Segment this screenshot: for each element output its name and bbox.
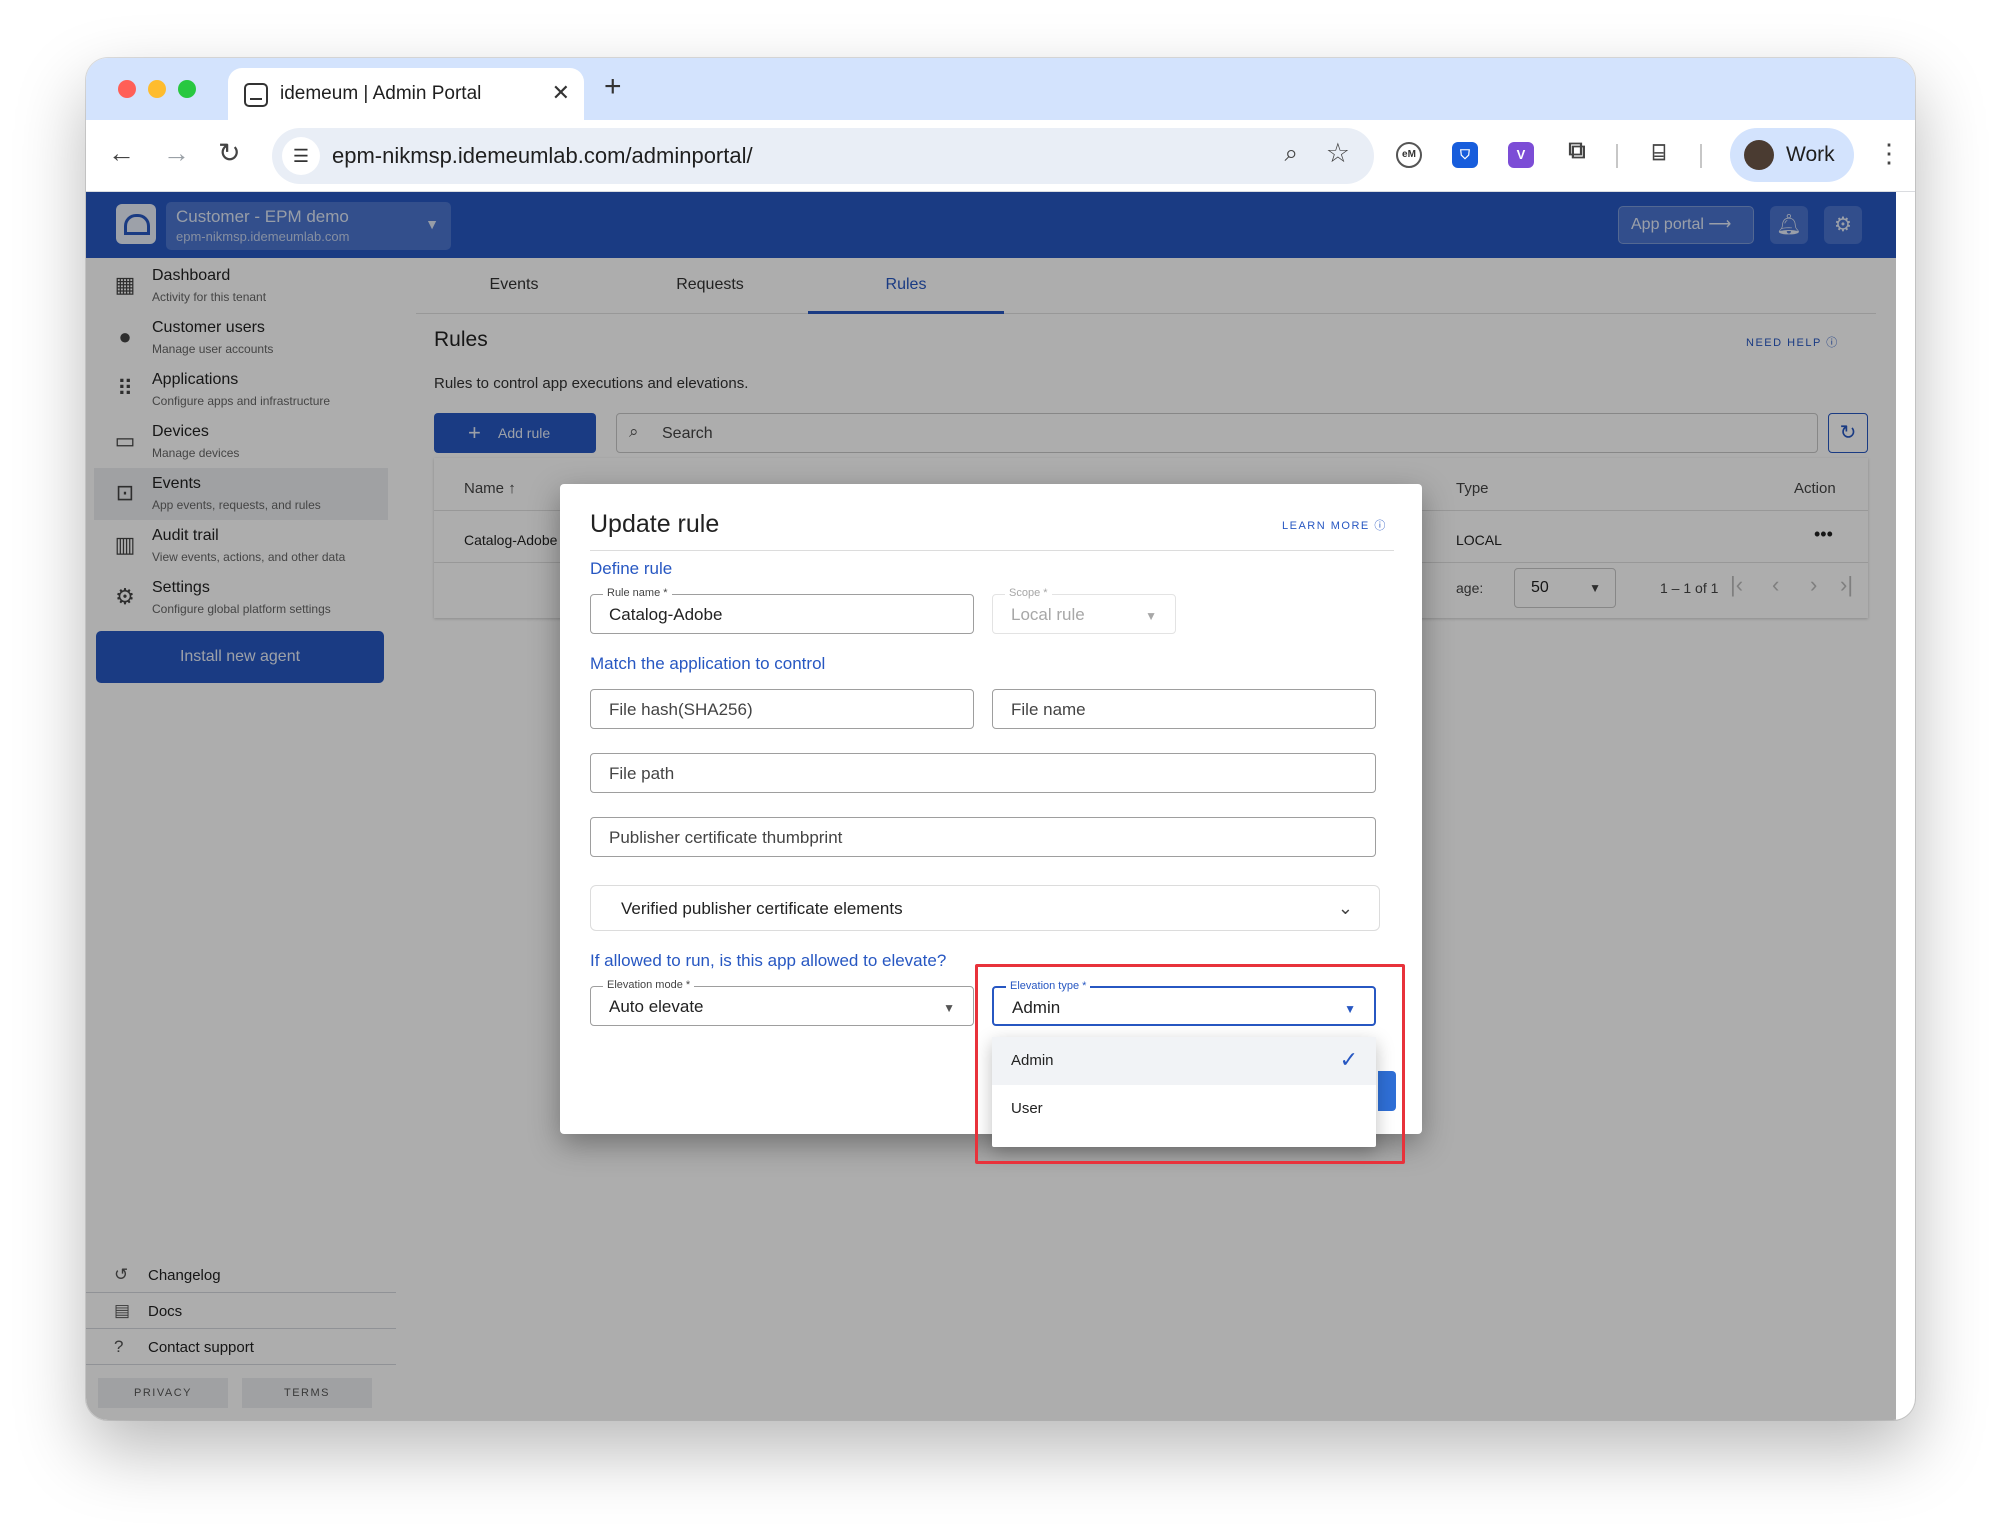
- tab-search-icon[interactable]: ⌸: [1646, 140, 1672, 166]
- address-url[interactable]: epm-nikmsp.idemeumlab.com/adminportal/: [332, 143, 753, 169]
- scope-label: Scope *: [1005, 587, 1052, 599]
- bitwarden-extension-icon[interactable]: ⛉: [1452, 142, 1478, 168]
- learn-more-label: LEARN MORE: [1282, 520, 1370, 532]
- rule-name-label: Rule name *: [603, 587, 672, 599]
- address-bar[interactable]: ☰ epm-nikmsp.idemeumlab.com/adminportal/…: [272, 128, 1374, 184]
- minimize-window-button[interactable]: [148, 80, 166, 98]
- reload-icon[interactable]: ↻: [218, 138, 241, 169]
- site-info-icon[interactable]: ☰: [282, 137, 320, 175]
- forward-arrow-icon[interactable]: →: [163, 138, 190, 169]
- dialog-divider: [590, 550, 1394, 551]
- file-path-placeholder: File path: [609, 764, 675, 783]
- elevation-mode-select[interactable]: Elevation mode * Auto elevate ▼: [590, 979, 974, 1026]
- define-rule-heading: Define rule: [590, 559, 673, 578]
- rule-name-value: Catalog-Adobe: [609, 605, 723, 624]
- chevron-down-icon: ⌄: [1337, 898, 1353, 918]
- maximize-window-button[interactable]: [178, 80, 196, 98]
- elevation-heading: If allowed to run, is this app allowed t…: [590, 951, 947, 970]
- elevation-mode-value: Auto elevate: [609, 997, 704, 1016]
- scope-select: Scope * Local rule ▼: [992, 587, 1176, 634]
- learn-more-link[interactable]: LEARN MORE ⓘ: [1282, 517, 1387, 533]
- profile-label: Work: [1786, 143, 1835, 166]
- browser-tab[interactable]: idemeum | Admin Portal ✕: [228, 68, 584, 120]
- file-name-input[interactable]: File name: [992, 689, 1376, 729]
- browser-tab-bar: idemeum | Admin Portal ✕ +: [86, 58, 1915, 120]
- scope-value: Local rule: [1011, 605, 1085, 624]
- file-name-placeholder: File name: [1011, 700, 1086, 719]
- certificate-thumbprint-input[interactable]: Publisher certificate thumbprint: [590, 817, 1376, 857]
- caret-down-icon: ▼: [1145, 609, 1157, 623]
- browser-menu-icon[interactable]: ⋮: [1876, 138, 1902, 169]
- avatar: [1744, 140, 1774, 170]
- new-tab-button[interactable]: +: [604, 70, 622, 104]
- toolbar-divider: [1700, 144, 1702, 168]
- caret-down-icon: ▼: [943, 1001, 955, 1015]
- extensions-puzzle-icon[interactable]: ⧉: [1564, 138, 1590, 164]
- browser-tab-title: idemeum | Admin Portal: [280, 83, 482, 104]
- highlight-annotation-box: [975, 964, 1405, 1164]
- file-path-input[interactable]: File path: [590, 753, 1376, 793]
- verified-publisher-expander[interactable]: Verified publisher certificate elements …: [590, 885, 1380, 931]
- verified-publisher-label: Verified publisher certificate elements: [621, 899, 903, 918]
- help-circle-icon: ⓘ: [1374, 520, 1387, 532]
- file-hash-input[interactable]: File hash(SHA256): [590, 689, 974, 729]
- close-window-button[interactable]: [118, 80, 136, 98]
- bookmark-star-icon[interactable]: ☆: [1326, 138, 1350, 169]
- back-arrow-icon[interactable]: ←: [108, 138, 135, 169]
- toolbar-divider: [1616, 144, 1618, 168]
- browser-toolbar: ← → ↻ ☰ epm-nikmsp.idemeumlab.com/adminp…: [86, 120, 1915, 192]
- profile-button[interactable]: Work: [1730, 128, 1854, 182]
- close-tab-icon[interactable]: ✕: [552, 80, 570, 106]
- idemeum-favicon-icon: [244, 83, 268, 107]
- v-extension-icon[interactable]: V: [1508, 142, 1534, 168]
- em-extension-icon[interactable]: eM: [1396, 142, 1422, 168]
- file-hash-placeholder: File hash(SHA256): [609, 700, 753, 719]
- match-application-heading: Match the application to control: [590, 654, 826, 673]
- dialog-title: Update rule: [590, 510, 720, 538]
- elevation-mode-label: Elevation mode *: [603, 979, 695, 991]
- rule-name-field[interactable]: Rule name * Catalog-Adobe: [590, 587, 974, 634]
- zoom-icon[interactable]: ⌕: [1285, 140, 1298, 168]
- thumbprint-placeholder: Publisher certificate thumbprint: [609, 828, 843, 847]
